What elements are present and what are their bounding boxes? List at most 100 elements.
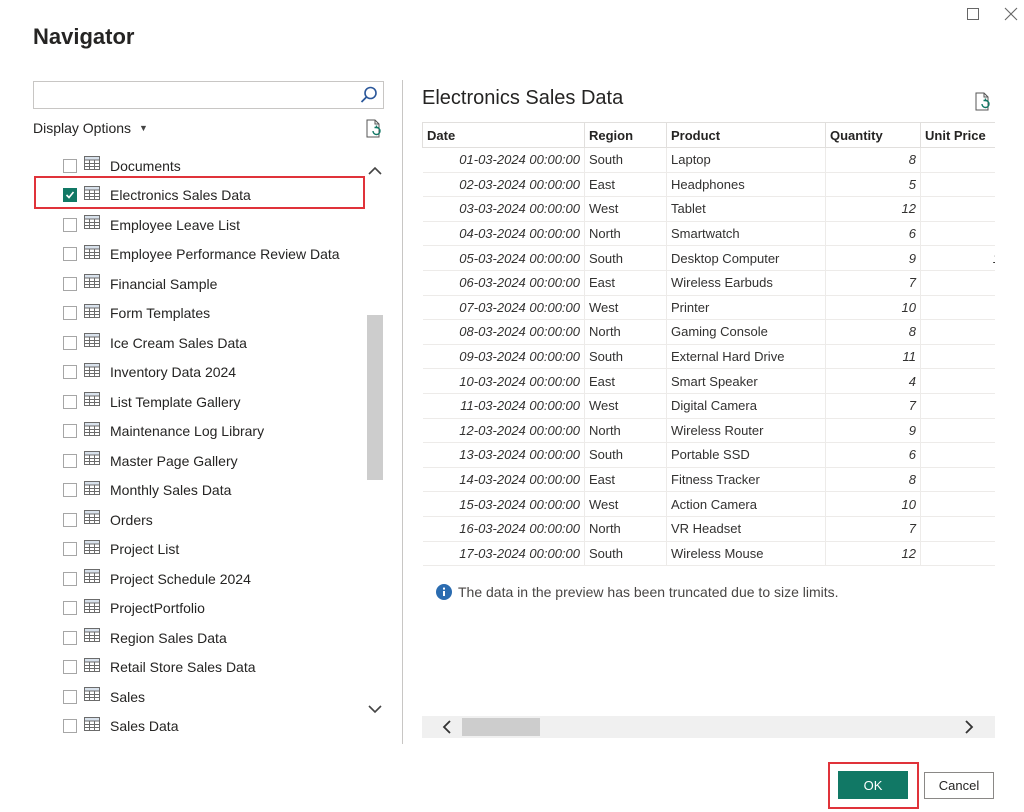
table-cell: 13-03-2024 00:00:00 [422, 442, 585, 468]
tree-item[interactable]: Retail Store Sales Data [55, 653, 355, 682]
checkbox[interactable] [63, 483, 77, 497]
table-icon [84, 421, 100, 441]
table-row: 16-03-2024 00:00:00NorthVR Headset730 [422, 516, 995, 542]
checkbox[interactable] [63, 335, 77, 350]
tree-item-label: Inventory Data 2024 [110, 364, 237, 380]
checkbox[interactable] [63, 217, 77, 232]
tree-item-label: Maintenance Log Library [110, 423, 265, 439]
checkbox[interactable] [63, 601, 77, 615]
tree-item[interactable]: Employee Leave List [55, 210, 355, 239]
table-cell: 15 [920, 295, 995, 321]
scroll-right-button[interactable] [960, 718, 978, 736]
column-header[interactable]: Date [422, 122, 585, 148]
tree-item[interactable]: Sales [55, 682, 355, 711]
table-icon [84, 569, 100, 588]
checkbox[interactable] [63, 542, 77, 556]
column-header[interactable]: Product [666, 122, 826, 148]
table-icon [84, 274, 100, 293]
tree-item-label: Orders [110, 511, 153, 528]
tree-item[interactable]: Form Templates [55, 299, 355, 328]
scroll-up-button[interactable] [366, 162, 384, 180]
table-cell: West [584, 295, 667, 321]
pane-divider[interactable] [402, 80, 403, 744]
checkbox[interactable] [63, 306, 77, 320]
table-cell: 50 [920, 319, 995, 345]
table-icon [84, 392, 100, 411]
refresh-button-right[interactable] [974, 92, 992, 117]
table-cell: 15-03-2024 00:00:00 [422, 491, 585, 517]
table-row: 08-03-2024 00:00:00NorthGaming Console85… [422, 319, 995, 345]
tree-item[interactable]: Master Page Gallery [55, 446, 355, 475]
checkbox[interactable] [63, 719, 77, 733]
checkbox[interactable] [63, 453, 77, 468]
tree-item[interactable]: Ice Cream Sales Data [55, 328, 355, 357]
table-cell: 5 [825, 172, 921, 198]
tree-item[interactable]: Project List [55, 535, 355, 564]
refresh-button-left[interactable] [365, 119, 383, 144]
tree-item-label: Sales [110, 688, 146, 705]
ok-button[interactable]: OK [838, 771, 908, 799]
checkbox[interactable] [63, 394, 77, 409]
column-header[interactable]: Quantity [825, 122, 921, 148]
checkbox[interactable] [63, 276, 77, 291]
table-cell: West [584, 393, 667, 419]
column-header[interactable]: Region [584, 122, 667, 148]
table-cell: 06-03-2024 00:00:00 [422, 270, 585, 296]
table-cell: 10 [825, 491, 921, 517]
table-cell: Gaming Console [666, 319, 826, 345]
checkbox[interactable] [63, 247, 77, 261]
checkbox[interactable] [63, 660, 77, 674]
horizontal-scroll-thumb[interactable] [462, 718, 540, 736]
checkbox[interactable] [63, 424, 77, 438]
tree-item[interactable]: Monthly Sales Data [55, 476, 355, 505]
preview-grid[interactable]: Date Region Product Quantity Unit Price 01-0… [422, 122, 995, 569]
checkbox-checked[interactable] [63, 188, 77, 202]
table-row: 07-03-2024 00:00:00WestPrinter1015 [422, 295, 995, 321]
table-icon [84, 156, 100, 175]
table-row: 14-03-2024 00:00:00EastFitness Tracker81… [422, 467, 995, 493]
tree-item[interactable]: Sales Data [55, 712, 355, 741]
cancel-button[interactable]: Cancel [924, 772, 994, 799]
tree-item[interactable]: Region Sales Data [55, 623, 355, 652]
table-row: 09-03-2024 00:00:00 South External Hard Dr… [422, 344, 995, 370]
tree-item[interactable]: Employee Performance Review Data [55, 240, 355, 269]
checkbox[interactable] [63, 512, 77, 527]
checkbox[interactable] [63, 630, 77, 645]
tree-item-label: Retail Store Sales Data [110, 659, 256, 675]
tree-item[interactable]: Documents [55, 151, 355, 180]
tree-item[interactable]: Electronics Sales Data [55, 181, 355, 210]
tree-item[interactable]: Orders [55, 505, 355, 534]
checkbox[interactable] [63, 365, 77, 379]
table-icon [84, 657, 100, 677]
tree-item[interactable]: Project Schedule 2024 [55, 564, 355, 593]
checkbox[interactable] [63, 158, 77, 173]
table-cell: 6 [825, 221, 921, 247]
table-cell: South [584, 344, 667, 370]
table-row: 11-03-2024 00:00:00WestDigital Camera730 [422, 393, 995, 419]
scroll-down-button[interactable] [366, 700, 384, 718]
tree-item[interactable]: List Template Gallery [55, 387, 355, 416]
scroll-thumb[interactable] [367, 315, 383, 480]
tree-item[interactable]: ProjectPortfolio [55, 594, 355, 623]
tree-item[interactable]: Inventory Data 2024 [55, 358, 355, 387]
close-button[interactable] [999, 2, 1023, 26]
tree-item-label: Master Page Gallery [110, 452, 238, 469]
scroll-left-button[interactable] [438, 718, 456, 736]
checkbox[interactable] [63, 571, 77, 586]
vertical-scrollbar[interactable] [366, 150, 384, 740]
search-icon[interactable] [359, 85, 379, 105]
tree-item-label: Financial Sample [110, 275, 218, 292]
maximize-button[interactable] [961, 2, 985, 26]
horizontal-scrollbar[interactable] [422, 716, 995, 738]
column-header[interactable]: Unit Price [920, 122, 995, 148]
table-cell: 03-03-2024 00:00:00 [422, 196, 585, 222]
tree-item[interactable]: Maintenance Log Library [55, 417, 355, 446]
tree-item[interactable]: Financial Sample [55, 269, 355, 298]
dialog-title: Navigator [33, 24, 135, 49]
search-input[interactable] [34, 82, 354, 108]
display-options-dropdown[interactable]: Display Options ▼ [33, 120, 148, 136]
table-cell: 7 [825, 516, 921, 542]
table-cell: South [584, 541, 667, 567]
checkbox[interactable] [63, 689, 77, 704]
table-cell: 11 [825, 344, 921, 370]
